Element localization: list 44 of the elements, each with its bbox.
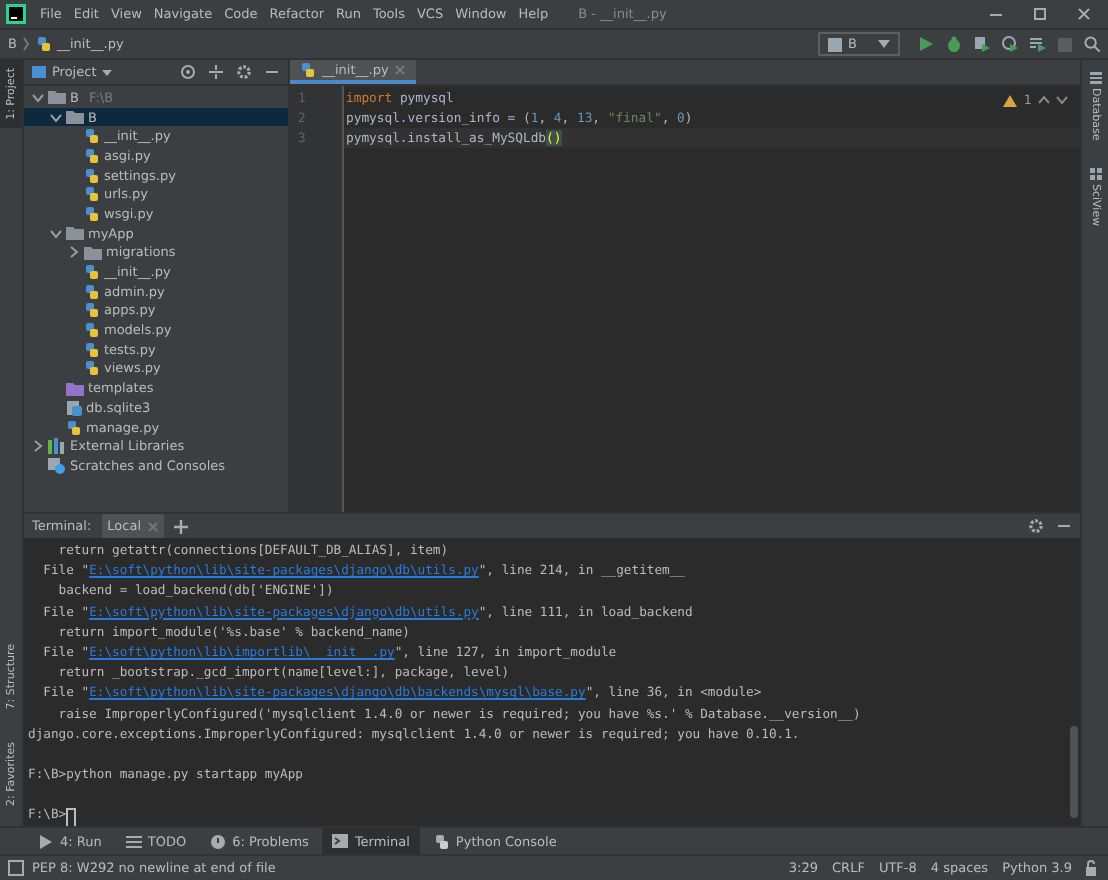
chevron-down-icon[interactable] xyxy=(50,227,62,240)
search-icon[interactable] xyxy=(1084,36,1100,52)
profile-icon[interactable] xyxy=(1002,36,1018,52)
maximize-icon[interactable] xyxy=(1032,6,1048,22)
grid-icon xyxy=(1089,168,1101,181)
debug-icon[interactable] xyxy=(946,36,962,52)
target-icon[interactable] xyxy=(180,64,196,80)
chevron-right-icon[interactable] xyxy=(32,440,44,453)
scratches-icon xyxy=(48,457,66,474)
python-icon xyxy=(433,833,450,849)
caret-icon xyxy=(878,40,890,48)
scrollbar-thumb[interactable] xyxy=(1070,726,1078,818)
coverage-icon[interactable] xyxy=(974,36,990,52)
python-file-icon xyxy=(36,36,53,52)
separator-icon xyxy=(22,36,31,52)
settings-icon[interactable] xyxy=(1028,518,1044,534)
chevron-up-icon xyxy=(1038,94,1050,106)
app-logo-icon xyxy=(6,4,26,24)
library-icon xyxy=(48,438,66,455)
database-icon xyxy=(1089,72,1101,84)
settings-icon[interactable] xyxy=(236,64,252,80)
add-icon[interactable] xyxy=(173,519,188,533)
config-icon xyxy=(828,37,842,51)
caret-icon xyxy=(102,69,113,75)
chevron-right-icon[interactable] xyxy=(68,246,80,259)
concurrency-icon[interactable] xyxy=(1030,36,1046,52)
run-icon[interactable] xyxy=(918,36,934,52)
warning-icon xyxy=(210,833,227,849)
python-file-icon xyxy=(66,419,82,436)
database-file-icon xyxy=(66,399,82,416)
terminal-icon xyxy=(332,833,349,849)
panel-icon xyxy=(32,66,46,78)
python-file-icon xyxy=(300,62,316,78)
run-icon xyxy=(38,833,54,849)
folder-icon xyxy=(66,381,84,396)
chevron-down-icon xyxy=(1056,94,1068,106)
lock-icon[interactable] xyxy=(1086,860,1100,876)
layout-icon[interactable] xyxy=(8,860,24,876)
close-icon[interactable] xyxy=(1076,6,1092,22)
chevron-down-icon[interactable] xyxy=(50,111,62,124)
chevron-down-icon[interactable] xyxy=(32,91,44,104)
warning-icon xyxy=(1001,93,1018,107)
list-icon xyxy=(125,833,142,849)
collapse-icon[interactable] xyxy=(208,64,224,80)
